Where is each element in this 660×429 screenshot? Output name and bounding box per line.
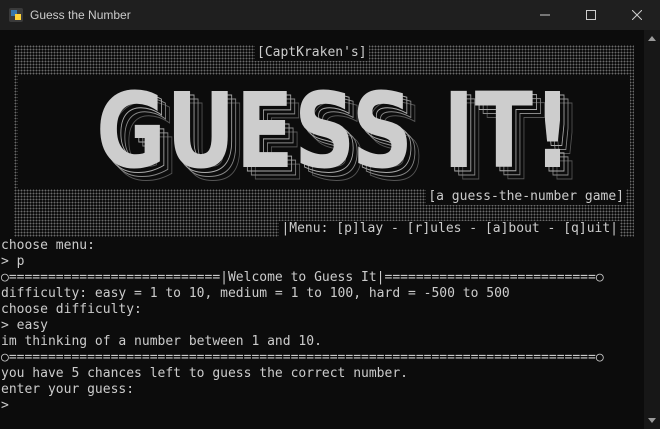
console-output[interactable]: [CaptKraken's] GUESS IT! GUESS IT! GUESS… bbox=[0, 30, 644, 429]
python-app-icon bbox=[9, 8, 23, 22]
minimize-icon bbox=[540, 14, 550, 16]
console-line: difficulty: easy = 1 to 10, medium = 1 t… bbox=[1, 286, 510, 301]
banner-tagline: [a guess-the-number game] bbox=[426, 189, 626, 205]
input-prompt[interactable]: > bbox=[1, 398, 641, 414]
scroll-up-button[interactable] bbox=[644, 30, 660, 47]
big-title-face: GUESS IT! bbox=[96, 79, 572, 189]
scroll-down-button[interactable] bbox=[644, 412, 660, 429]
window-title: Guess the Number bbox=[30, 8, 131, 22]
title-bar: Guess the Number bbox=[0, 0, 660, 30]
console-divider: ○===========================|Welcome to … bbox=[1, 270, 604, 285]
close-icon bbox=[632, 10, 642, 20]
banner-menu: |Menu: [p]lay - [r]ules - [a]bout - [q]u… bbox=[279, 221, 620, 237]
maximize-button[interactable] bbox=[568, 0, 614, 30]
console-line: > p bbox=[1, 254, 25, 269]
vertical-scrollbar[interactable] bbox=[644, 30, 660, 429]
console-line: you have 5 chances left to guess the cor… bbox=[1, 366, 408, 381]
console-divider: ○=======================================… bbox=[1, 350, 604, 365]
console-line: enter your guess: bbox=[1, 382, 135, 397]
scroll-down-icon bbox=[648, 418, 656, 423]
banner-big-title: GUESS IT! GUESS IT! GUESS IT! GUESS IT! bbox=[96, 79, 584, 189]
console-line: choose menu: bbox=[1, 238, 95, 253]
console-line: > easy bbox=[1, 318, 48, 333]
console-line: choose difficulty: bbox=[1, 302, 142, 317]
close-button[interactable] bbox=[614, 0, 660, 30]
ascii-banner: [CaptKraken's] GUESS IT! GUESS IT! GUESS… bbox=[14, 45, 634, 237]
maximize-icon bbox=[586, 10, 596, 20]
minimize-button[interactable] bbox=[522, 0, 568, 30]
console-line: im thinking of a number between 1 and 10… bbox=[1, 334, 322, 349]
scroll-up-icon bbox=[648, 36, 656, 41]
banner-credit: [CaptKraken's] bbox=[255, 45, 369, 61]
console-log: choose menu: > p ○======================… bbox=[1, 238, 641, 414]
